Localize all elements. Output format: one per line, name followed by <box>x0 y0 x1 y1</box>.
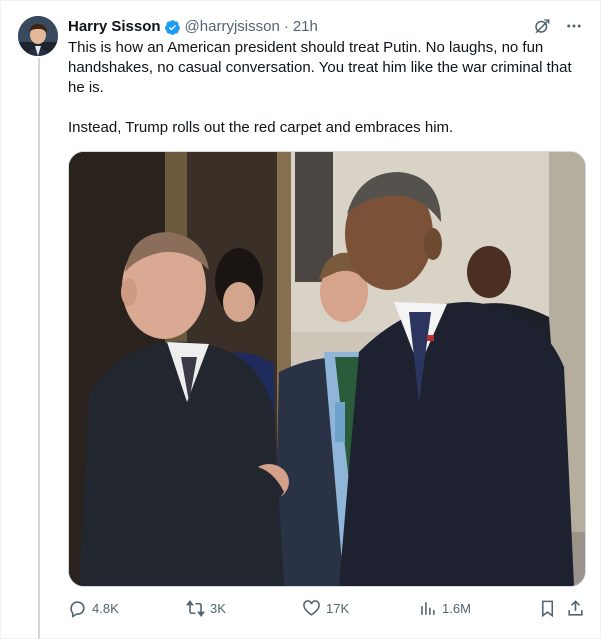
post-time[interactable]: 21h <box>293 17 318 37</box>
bookmark-icon <box>541 600 554 617</box>
bookmark-button[interactable] <box>538 598 557 618</box>
share-button[interactable] <box>566 598 585 618</box>
thread-line <box>38 58 40 639</box>
tweet-header: Harry Sisson @harryjsisson · 21h <box>68 17 581 37</box>
tweet-paragraph: Instead, Trump rolls out the red carpet … <box>68 119 454 136</box>
avatar[interactable] <box>18 16 58 56</box>
repost-icon <box>186 599 205 617</box>
views-icon <box>421 601 435 615</box>
reply-button[interactable]: 4.8K <box>68 598 119 618</box>
share-icon <box>568 599 583 616</box>
tweet-text: This is how an American president should… <box>68 38 580 138</box>
repost-button[interactable]: 3K <box>186 598 226 618</box>
grok-icon[interactable] <box>533 17 551 40</box>
tweet-paragraph: This is how an American president should… <box>68 39 572 96</box>
like-count: 17K <box>326 600 350 616</box>
tweet-actions: 4.8K 3K 17K 1.6M <box>68 598 588 618</box>
author-handle[interactable]: @harryjsisson <box>185 17 280 37</box>
separator-dot: · <box>283 18 289 35</box>
repost-count: 3K <box>210 600 226 616</box>
reply-icon <box>70 600 85 618</box>
author-name[interactable]: Harry Sisson <box>68 17 161 37</box>
like-button[interactable]: 17K <box>302 598 349 618</box>
reply-count: 4.8K <box>92 600 119 616</box>
like-icon <box>303 599 320 616</box>
views-button[interactable]: 1.6M <box>418 598 471 618</box>
tweet-photo[interactable] <box>68 151 586 587</box>
views-count: 1.6M <box>442 600 471 616</box>
header-actions <box>533 17 583 40</box>
verified-badge-icon <box>164 19 181 36</box>
more-icon[interactable] <box>565 17 583 40</box>
